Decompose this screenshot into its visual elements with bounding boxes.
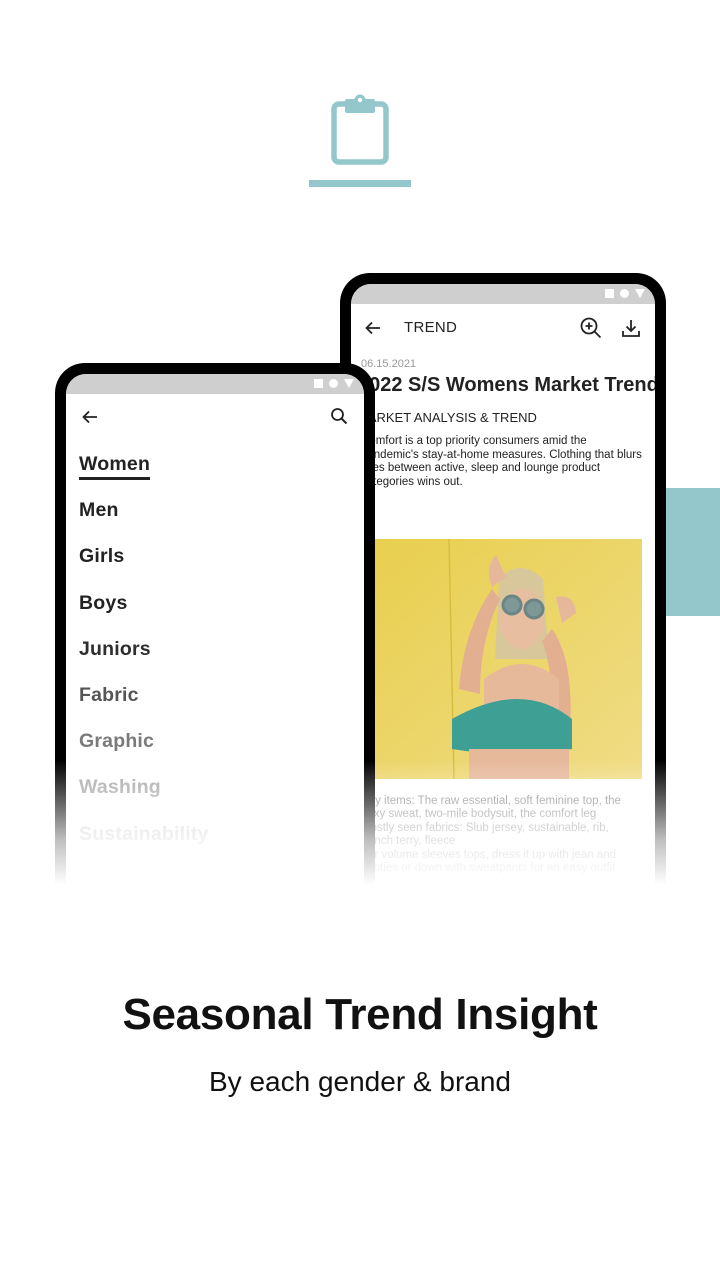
- status-circle-icon: [620, 289, 629, 298]
- key-line: booties or down with sweatpants for an e…: [361, 862, 619, 875]
- status-bar: [351, 284, 655, 304]
- category-item-juniors[interactable]: Juniors: [79, 637, 209, 683]
- category-item-women[interactable]: Women: [79, 452, 209, 498]
- article-key-items: Key items: The raw essential, soft femin…: [361, 795, 649, 875]
- phone-mockup-trend: TREND 06.15.2021 2022 S/S Womens Market …: [340, 273, 666, 913]
- status-circle-icon: [329, 379, 338, 388]
- category-item-girls[interactable]: Girls: [79, 544, 209, 590]
- article: 06.15.2021 2022 S/S Womens Market Trend …: [357, 358, 655, 874]
- promo-subline: By each gender & brand: [209, 1066, 511, 1097]
- category-screen: Women Men Girls Boys Juniors Fabric Grap…: [66, 374, 364, 913]
- category-item-boys[interactable]: Boys: [79, 591, 209, 637]
- trend-app-bar: TREND: [351, 304, 655, 354]
- article-headline: 2022 S/S Womens Market Trend: [358, 374, 655, 396]
- key-line: french terry, fleece: [361, 835, 456, 848]
- article-photo: [374, 539, 642, 779]
- category-item-graphic[interactable]: Graphic: [79, 729, 209, 775]
- key-line: Mostly seen fabrics: Slub jersey, sustai…: [361, 821, 609, 834]
- back-arrow-icon[interactable]: [363, 318, 383, 338]
- status-bar: [66, 374, 364, 394]
- key-line: boxy sweat, two-mile bodysuit, the comfo…: [361, 808, 597, 821]
- status-square-icon: [605, 289, 614, 298]
- phone-mockup-categories: Women Men Girls Boys Juniors Fabric Grap…: [55, 363, 375, 913]
- decorative-accent-block: [666, 488, 720, 616]
- article-section: MARKET ANALYSIS & TREND: [357, 410, 537, 425]
- article-body: Comfort is a top priority consumers amid…: [361, 435, 642, 488]
- status-triangle-icon: [344, 379, 354, 388]
- zoom-in-icon[interactable]: [579, 316, 603, 340]
- download-icon[interactable]: [621, 317, 641, 339]
- category-item-sustainability[interactable]: Sustainability: [79, 822, 209, 868]
- category-item-men[interactable]: Men: [79, 498, 209, 544]
- category-item-fabric[interactable]: Fabric: [79, 683, 209, 729]
- accent-underline: [309, 180, 411, 187]
- clipboard-icon: [331, 94, 389, 165]
- status-triangle-icon: [635, 289, 645, 298]
- back-arrow-icon[interactable]: [80, 407, 100, 427]
- category-app-bar: [66, 394, 364, 438]
- search-icon[interactable]: [330, 407, 348, 425]
- article-date: 06.15.2021: [361, 358, 417, 370]
- key-line: Key items: The raw essential, soft femin…: [361, 795, 621, 807]
- screen-title: TREND: [404, 319, 458, 336]
- trend-screen: TREND 06.15.2021 2022 S/S Womens Market …: [351, 284, 655, 913]
- promo-headline: Seasonal Trend Insight: [122, 990, 598, 1039]
- status-square-icon: [314, 379, 323, 388]
- category-list: Women Men Girls Boys Juniors Fabric Grap…: [79, 452, 209, 868]
- key-line: For volume sleeves tops, dress it up wit…: [361, 848, 617, 861]
- category-item-washing[interactable]: Washing: [79, 775, 209, 821]
